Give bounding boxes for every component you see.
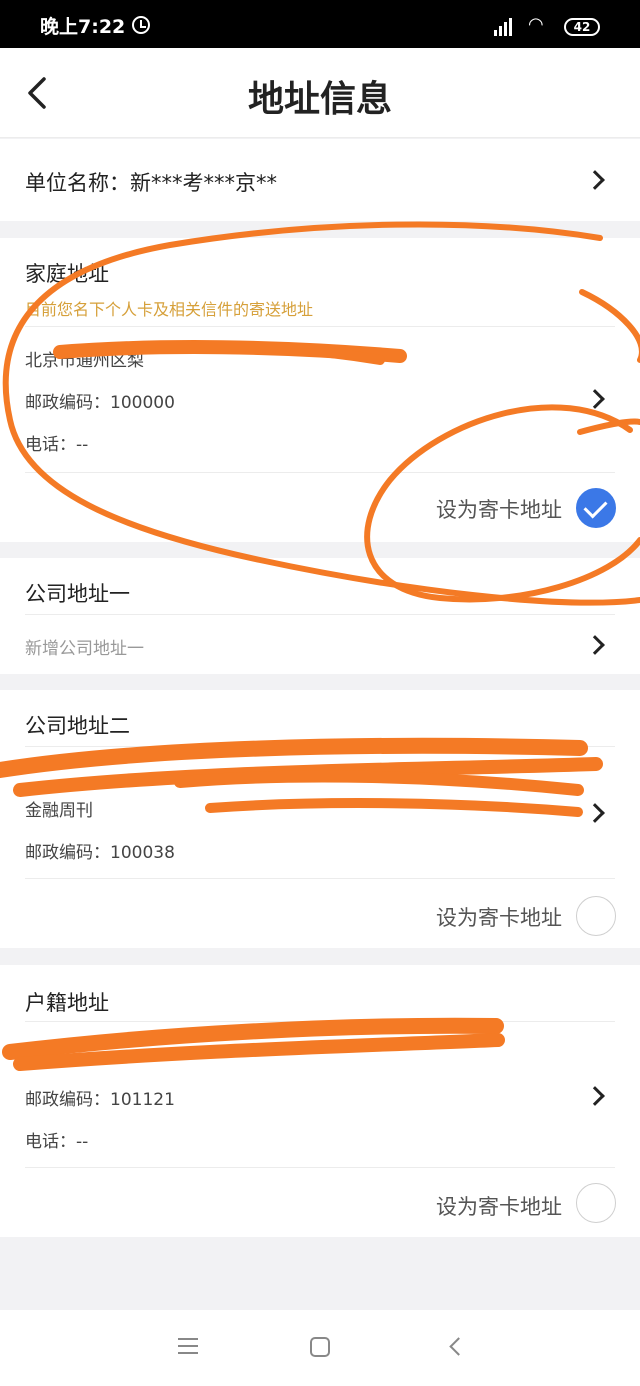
chevron-right-icon[interactable]	[585, 1086, 605, 1106]
chevron-right-icon[interactable]	[585, 170, 605, 190]
divider	[25, 326, 615, 327]
divider	[25, 878, 615, 879]
header: 地址信息	[0, 48, 640, 138]
home-postcode: 邮政编码：100000	[25, 393, 175, 413]
company-address-2-title: 公司地址二	[25, 714, 130, 738]
divider	[25, 746, 615, 747]
chevron-right-icon[interactable]	[585, 389, 605, 409]
household-address-title: 户籍地址	[25, 991, 109, 1015]
menu-icon[interactable]	[178, 1338, 198, 1354]
page-title: 地址信息	[247, 79, 392, 120]
add-company-address-1-label: 新增公司地址一	[25, 639, 144, 659]
household-postcode: 邮政编码：101121	[25, 1090, 175, 1110]
set-card-address-label: 设为寄卡地址	[436, 498, 562, 522]
company-address-2-card: 公司地址二 金融周刊 邮政编码：100038 设为寄卡地址	[0, 690, 640, 948]
chevron-right-icon[interactable]	[585, 635, 605, 655]
company-2-postcode: 邮政编码：100038	[25, 843, 175, 863]
divider	[25, 472, 615, 473]
set-card-address-checkbox[interactable]	[576, 1183, 616, 1223]
unit-name-row[interactable]: 单位名称：新***考***京**	[0, 139, 640, 221]
home-icon[interactable]	[310, 1337, 330, 1357]
company-address-1-card: 公司地址一 新增公司地址一	[0, 558, 640, 674]
chevron-right-icon[interactable]	[585, 803, 605, 823]
wifi-icon: ◠	[528, 14, 544, 35]
home-phone: 电话：--	[25, 435, 89, 455]
set-card-address-checkbox[interactable]	[576, 488, 616, 528]
battery-icon: 42	[564, 18, 600, 36]
divider	[25, 614, 615, 615]
system-nav-bar	[0, 1310, 640, 1386]
divider	[25, 1021, 615, 1022]
set-card-address-label: 设为寄卡地址	[436, 1195, 562, 1219]
set-card-address-label: 设为寄卡地址	[436, 906, 562, 930]
home-address-title: 家庭地址	[25, 262, 109, 286]
home-address-hint: 目前您名下个人卡及相关信件的寄送地址	[25, 300, 314, 319]
household-address-card: 户籍地址 邮政编码：101121 电话：-- 设为寄卡地址	[0, 965, 640, 1237]
household-phone: 电话：--	[25, 1132, 89, 1152]
status-time: 晚上7:22	[40, 16, 126, 38]
alarm-icon	[132, 16, 150, 34]
set-card-address-checkbox[interactable]	[576, 896, 616, 936]
signal-icon	[494, 14, 518, 36]
unit-name-label: 单位名称：新***考***京**	[25, 171, 277, 195]
home-address-line: 北京市通州区梨	[25, 351, 144, 371]
home-address-card: 家庭地址 目前您名下个人卡及相关信件的寄送地址 北京市通州区梨 邮政编码：100…	[0, 238, 640, 542]
status-bar: 晚上7:22 ◠ 42	[0, 0, 640, 48]
company-address-1-title: 公司地址一	[25, 582, 130, 606]
company-name-line: 金融周刊	[25, 801, 93, 821]
divider	[25, 1167, 615, 1168]
back-nav-icon[interactable]	[449, 1337, 468, 1356]
